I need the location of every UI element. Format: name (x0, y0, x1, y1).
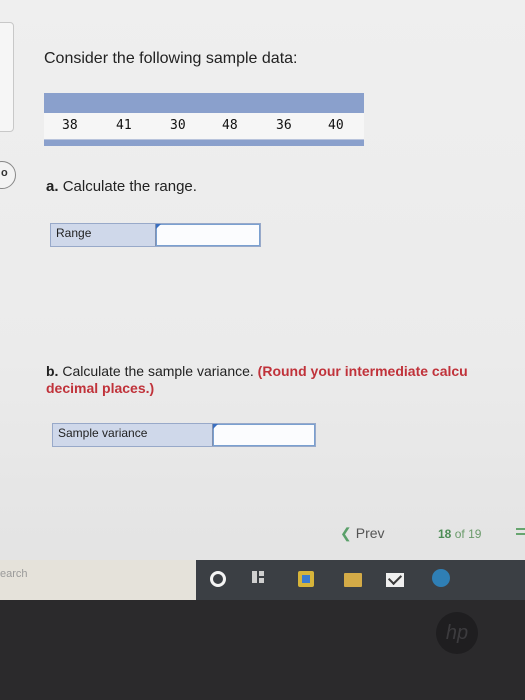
sample-variance-field: Sample variance (52, 423, 318, 447)
input-flag-icon (156, 224, 161, 229)
sample-variance-input-box[interactable] (213, 424, 318, 447)
part-b-text: Calculate the sample variance. (62, 363, 254, 379)
store-icon[interactable] (298, 571, 314, 587)
range-field: Range (50, 223, 263, 247)
hp-logo: hp (436, 612, 478, 654)
task-view-icon[interactable] (252, 571, 266, 585)
of-label: of (454, 527, 465, 541)
sample-variance-input[interactable] (214, 425, 318, 447)
range-input[interactable] (157, 225, 263, 247)
cortana-icon[interactable] (210, 571, 226, 587)
part-a-text: Calculate the range. (62, 178, 197, 195)
input-flag-icon (213, 424, 218, 429)
data-value: 38 (62, 118, 78, 133)
file-explorer-icon[interactable] (344, 573, 362, 587)
total-pages: 19 (468, 527, 482, 541)
windows-taskbar: earch (0, 560, 525, 600)
range-input-box[interactable] (156, 224, 263, 247)
left-side-panel (0, 22, 14, 132)
question-indicator-digit: o (1, 167, 8, 179)
table-footer-bar (44, 139, 364, 146)
data-value: 48 (222, 118, 238, 133)
part-a-prompt: a. Calculate the range. (46, 178, 197, 195)
table-header-bar (44, 93, 364, 113)
taskbar-search-box[interactable]: earch (0, 568, 28, 580)
sample-variance-label: Sample variance (53, 424, 213, 446)
question-indicator[interactable]: o (0, 161, 16, 189)
mail-icon[interactable] (386, 573, 404, 587)
question-intro: Consider the following sample data: (44, 50, 298, 67)
page-indicator: 18 of 19 (438, 527, 481, 541)
data-value: 40 (328, 118, 344, 133)
part-b-note-continued: decimal places.) (46, 380, 155, 396)
browser-content: o Consider the following sample data: 38… (0, 0, 525, 600)
part-b-letter: b. (46, 363, 59, 379)
part-b-note: (Round your intermediate calcu (257, 363, 468, 379)
sample-data-table: 38 41 30 48 36 40 (44, 93, 364, 153)
prev-label: Prev (355, 525, 385, 541)
chevron-left-icon: ❮ (340, 525, 352, 541)
data-value: 36 (276, 118, 292, 133)
data-value: 30 (170, 118, 186, 133)
part-a-letter: a. (46, 178, 59, 195)
current-page: 18 (438, 527, 452, 541)
menu-grid-icon[interactable] (516, 528, 525, 540)
range-field-label: Range (51, 224, 156, 246)
table-row: 38 41 30 48 36 40 (44, 113, 364, 139)
data-value: 41 (116, 118, 132, 133)
part-b-prompt: b. Calculate the sample variance. (Round… (46, 363, 525, 397)
prev-button[interactable]: ❮ Prev (340, 525, 385, 542)
edge-browser-icon[interactable] (432, 569, 450, 587)
